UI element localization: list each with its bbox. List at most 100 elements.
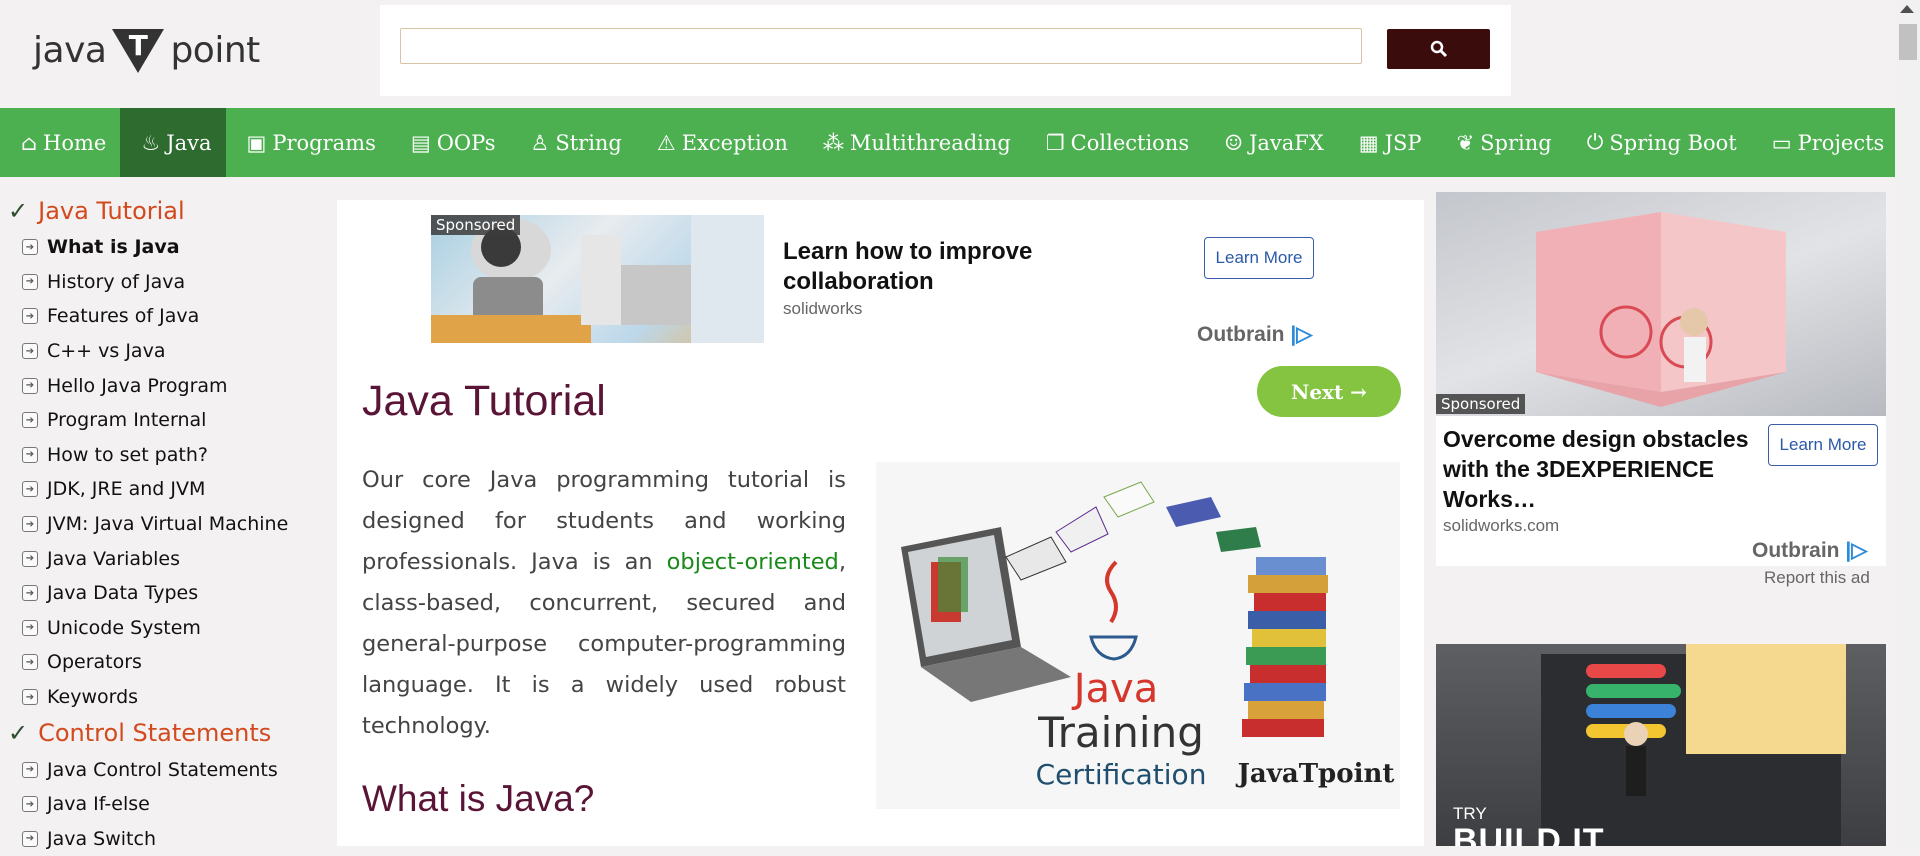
arrow-right-icon: ➔ — [22, 654, 38, 670]
sidebar-item[interactable]: ➔ Unicode System — [0, 611, 320, 646]
sidebar-item[interactable]: ➔ Java Data Types — [0, 576, 320, 611]
search-button[interactable] — [1387, 29, 1490, 69]
scroll-up-arrow-icon[interactable] — [1900, 5, 1914, 13]
sponsored-ad-right[interactable]: Sponsored Overcome design obstacles with… — [1436, 192, 1886, 566]
outbrain-logo[interactable]: Outbrain |▷ — [1752, 538, 1867, 563]
sponsored-ad-top[interactable]: Sponsored Learn how to improve collabora… — [431, 215, 1331, 343]
sidebar-item-label: Program Internal — [47, 409, 206, 431]
javatpoint-logo[interactable]: java T point — [33, 22, 260, 78]
svg-text:Training: Training — [1037, 708, 1204, 757]
arrow-right-icon: ➔ — [22, 239, 38, 255]
arrow-right-icon: ➔ — [22, 585, 38, 601]
search-input[interactable] — [400, 28, 1362, 64]
sidebar-item-label: Operators — [47, 651, 142, 673]
nav-item-label: Programs — [272, 131, 376, 155]
ad-source: solidworks.com — [1443, 516, 1559, 536]
sidebar-item[interactable]: ➔ Keywords — [0, 680, 320, 715]
svg-text:Java: Java — [1071, 666, 1159, 712]
sidebar-item[interactable]: ➔Java Variables — [0, 541, 320, 576]
ad-image[interactable]: Sponsored — [1436, 192, 1886, 416]
power-icon: ⏻ — [1587, 130, 1604, 155]
sidebar-item-label: Keywords — [47, 686, 138, 708]
folder-icon: ▭ — [1772, 131, 1792, 155]
jsp-file-icon: ▦ — [1359, 131, 1379, 155]
sidebar-section-heading[interactable]: ✓Java Tutorial — [0, 192, 320, 230]
arrow-right-icon: ➔ — [22, 796, 38, 812]
sidebar-item-label: Unicode System — [47, 617, 201, 639]
sidebar-section-title: Java Tutorial — [38, 197, 185, 225]
nav-item-exception[interactable]: ⚠Exception — [636, 108, 802, 177]
sponsored-ad-bottom[interactable]: TRY BUILD IT — [1436, 644, 1886, 846]
sidebar-item-label: Java Variables — [47, 548, 180, 570]
sidebar-item[interactable]: ➔How to set path? — [0, 438, 320, 473]
sidebar-item-label: What is Java — [47, 236, 180, 258]
page-title: Java Tutorial — [362, 377, 606, 426]
search-icon — [1430, 40, 1448, 58]
sidebar-item[interactable]: ➔JDK, JRE and JVM — [0, 472, 320, 507]
nav-item-javafx[interactable]: ☺JavaFX — [1203, 108, 1338, 177]
object-oriented-link[interactable]: object-oriented — [667, 549, 839, 575]
sidebar-item[interactable]: ➔ What is Java — [0, 230, 320, 265]
ad-source: solidworks — [783, 299, 862, 319]
nav-item-java[interactable]: ♨Java — [120, 108, 225, 177]
nav-item-label: String — [555, 131, 622, 155]
nav-item-label: Exception — [682, 131, 788, 155]
sidebar-item-label: Java Data Types — [47, 582, 198, 604]
ad-try-text: TRY — [1453, 804, 1487, 824]
sidebar-item-label: Java If-else — [47, 793, 150, 815]
section-heading-what-is-java: What is Java? — [362, 778, 594, 820]
search-bar — [380, 5, 1511, 96]
sidebar-item[interactable]: ➔C++ vs Java — [0, 334, 320, 369]
nav-item-string[interactable]: ♙String — [510, 108, 636, 177]
nav-item-label: JSP — [1385, 131, 1422, 155]
outbrain-logo[interactable]: Outbrain |▷ — [1197, 322, 1312, 347]
nav-item-jsp[interactable]: ▦JSP — [1338, 108, 1436, 177]
scrollbar-thumb[interactable] — [1899, 24, 1917, 60]
next-button[interactable]: Next → — [1257, 366, 1401, 417]
page-scrollbar[interactable] — [1895, 0, 1920, 846]
sidebar-item[interactable]: ➔Java Control Statements — [0, 752, 320, 787]
report-ad-link[interactable]: Report this ad — [1764, 568, 1870, 588]
java-cup-icon: ♨ — [141, 131, 160, 155]
monitor-icon: ▣ — [247, 131, 267, 155]
sidebar-item-label: History of Java — [47, 271, 185, 293]
svg-text:T: T — [129, 29, 148, 62]
sidebar-item[interactable]: ➔Java Switch — [0, 822, 320, 856]
nav-item-home[interactable]: ⌂Home — [0, 108, 120, 177]
ad-learn-more-button[interactable]: Learn More — [1204, 237, 1314, 279]
sidebar-item-label: Java Switch — [47, 828, 156, 850]
nav-item-projects[interactable]: ▭Projects — [1751, 108, 1899, 177]
sidebar-item-label: JVM: Java Virtual Machine — [47, 513, 288, 535]
nav-item-label: Home — [43, 131, 106, 155]
nav-item-programs[interactable]: ▣Programs — [226, 108, 390, 177]
ad-build-text: BUILD IT — [1453, 822, 1605, 846]
nav-item-oops[interactable]: ▤OOPs — [390, 108, 510, 177]
sidebar-section-heading[interactable]: ✓Control Statements — [0, 714, 320, 752]
nav-item-label: Collections — [1071, 131, 1189, 155]
ad-title[interactable]: Overcome design obstacles with the 3DEXP… — [1443, 424, 1773, 514]
sidebar-item[interactable]: ➔History of Java — [0, 265, 320, 300]
nav-item-spring[interactable]: ❦Spring — [1436, 108, 1566, 177]
sidebar-item[interactable]: ➔Hello Java Program — [0, 368, 320, 403]
sidebar-item[interactable]: ➔JVM: Java Virtual Machine — [0, 507, 320, 542]
arrow-right-icon: ➔ — [22, 378, 38, 394]
sidebar-item[interactable]: ➔ Java If-else — [0, 787, 320, 822]
svg-text:JavaTpoint: JavaTpoint — [1236, 759, 1395, 789]
sidebar-item[interactable]: ➔Features of Java — [0, 299, 320, 334]
ad-learn-more-button[interactable]: Learn More — [1768, 424, 1878, 466]
nav-item-collections[interactable]: ❐Collections — [1025, 108, 1203, 177]
nav-item-label: Spring Boot — [1609, 131, 1736, 155]
logo-text-java: java — [33, 30, 106, 71]
sidebar-item[interactable]: ➔Program Internal — [0, 403, 320, 438]
nav-item-label: Multithreading — [850, 131, 1011, 155]
nav-item-spring-boot[interactable]: ⏻Spring Boot — [1566, 108, 1751, 177]
arrow-right-icon: ➔ — [22, 620, 38, 636]
arrow-right-icon: ➔ — [22, 689, 38, 705]
robot-icon: ☺ — [1224, 131, 1243, 155]
ad-image[interactable]: Sponsored — [431, 215, 764, 343]
nav-item-multithreading[interactable]: ⁂Multithreading — [802, 108, 1025, 177]
sidebar-item-label: How to set path? — [47, 444, 208, 466]
sidebar-item[interactable]: ➔ Operators — [0, 645, 320, 680]
ad-title[interactable]: Learn how to improve collaboration — [783, 237, 1103, 297]
sponsored-label: Sponsored — [1436, 394, 1525, 414]
